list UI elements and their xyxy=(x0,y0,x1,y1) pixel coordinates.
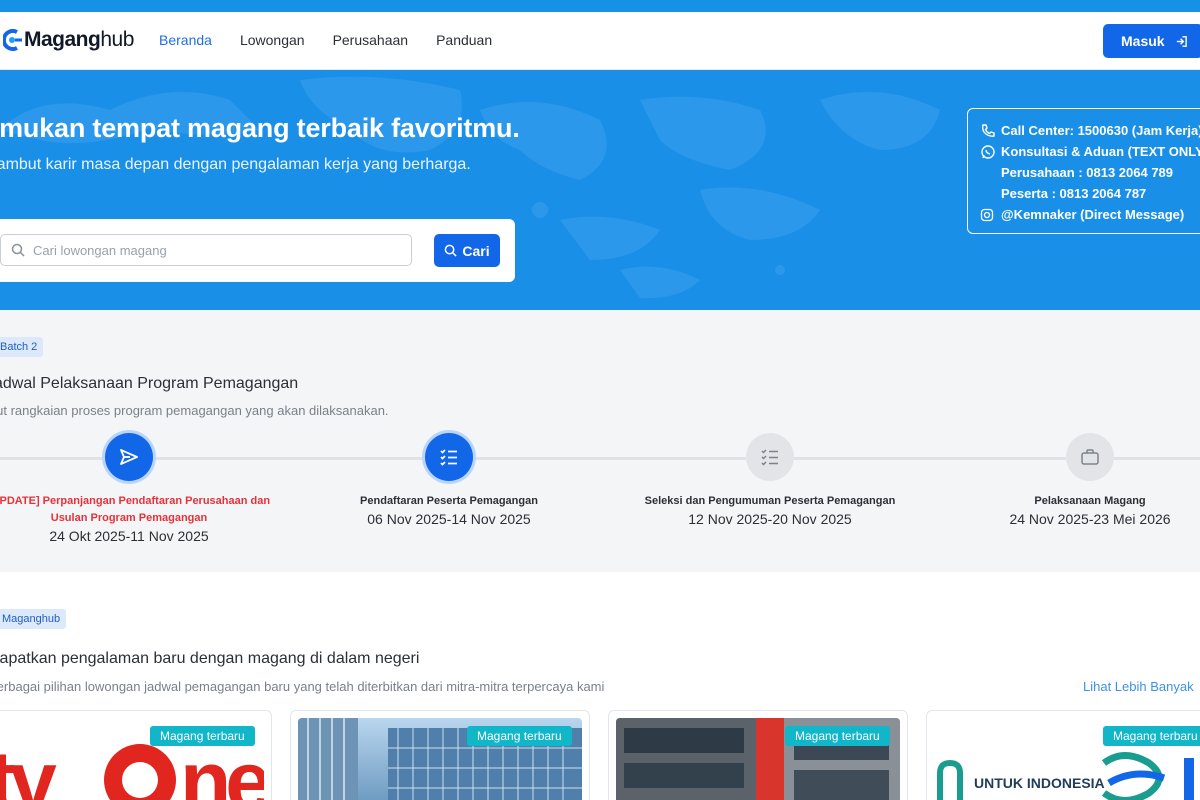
maganghub-logo[interactable]: Magang hub xyxy=(1,25,134,55)
hero-title: Temukan tempat magang terbaik favoritmu. xyxy=(0,113,520,143)
card-4-logo-text: UNTUK INDONESIA xyxy=(974,775,1105,791)
nav-links: Beranda Lowongan Perusahaan Panduan xyxy=(159,32,520,48)
nav-link-perusahaan[interactable]: Perusahaan xyxy=(333,32,409,48)
search-button-label: Cari xyxy=(462,242,490,259)
step-2-name: Pendaftaran Peserta Pemagangan xyxy=(360,495,538,507)
contact-company: Perusahaan : 0813 2064 789 xyxy=(980,162,1200,183)
send-icon xyxy=(120,449,138,465)
job-card[interactable]: Magang terbaru xyxy=(608,710,908,800)
job-card-tag: Magang terbaru xyxy=(785,726,890,746)
contact-info-box: Call Center: 1500630 (Jam Kerja) Konsult… xyxy=(967,108,1200,234)
company-phone-text: Perusahaan : 0813 2064 789 xyxy=(1001,165,1174,180)
contact-consult[interactable]: Konsultasi & Aduan (TEXT ONLY) xyxy=(980,141,1200,162)
hero-banner: Temukan tempat magang terbaik favoritmu.… xyxy=(0,70,1200,310)
step-1-circle xyxy=(105,433,153,481)
search-input[interactable]: Cari lowongan magang xyxy=(0,234,412,266)
hero-subtitle: Sambut karir masa depan dengan pengalama… xyxy=(0,156,471,173)
job-card[interactable]: Magang terbaru xyxy=(290,710,590,800)
step-4-date: 24 Nov 2025-23 Mei 2026 xyxy=(1009,511,1171,527)
jobs-subtitle: Berbagai pilihan lowongan jadwal pemagan… xyxy=(0,679,605,694)
jobs-title: Dapatkan pengalaman baru dengan magang d… xyxy=(0,650,420,667)
step-4-circle xyxy=(1066,433,1114,481)
job-card-tag: Magang terbaru xyxy=(150,726,255,746)
search-icon xyxy=(11,243,25,257)
timeline-step-3: Seleksi dan Pengumuman Peserta Pemaganga… xyxy=(625,433,915,527)
schedule-subtitle: Ikut rangkaian proses program pemagangan… xyxy=(0,403,389,418)
instagram-icon xyxy=(980,208,994,221)
nav-link-beranda[interactable]: Beranda xyxy=(159,32,212,48)
job-card[interactable]: UNTUK INDONESIA Magang terbaru xyxy=(926,710,1200,800)
whatsapp-icon xyxy=(981,144,995,159)
login-button-label: Masuk xyxy=(1121,33,1165,49)
timeline-step-1: [UPDATE] Perpanjangan Pendaftaran Perusa… xyxy=(0,433,274,544)
schedule-title: Jadwal Pelaksanaan Program Pemagangan xyxy=(0,375,299,392)
step-3-circle xyxy=(746,433,794,481)
instagram-text: @Kemnaker (Direct Message) xyxy=(1001,207,1185,222)
step-4-name: Pelaksanaan Magang xyxy=(1034,495,1146,507)
call-center-text: Call Center: 1500630 (Jam Kerja) xyxy=(1001,123,1200,138)
login-arrow-icon xyxy=(1176,35,1187,47)
job-card-tag: Magang terbaru xyxy=(1103,726,1200,746)
nav-link-panduan[interactable]: Panduan xyxy=(436,32,492,48)
step-1-date: 24 Okt 2025-11 Nov 2025 xyxy=(49,528,209,544)
svg-text:tv: tv xyxy=(0,734,57,800)
contact-instagram[interactable]: @Kemnaker (Direct Message) xyxy=(980,204,1200,225)
briefcase-icon xyxy=(1081,449,1099,465)
step-2-circle xyxy=(425,433,473,481)
top-accent-strip xyxy=(0,0,1200,12)
job-card[interactable]: tv ne Magang terbaru xyxy=(0,710,272,800)
search-icon xyxy=(445,244,457,257)
contact-call-center[interactable]: Call Center: 1500630 (Jam Kerja) xyxy=(980,120,1200,141)
login-button[interactable]: Masuk xyxy=(1103,24,1200,58)
nav-link-lowongan[interactable]: Lowongan xyxy=(240,32,305,48)
timeline-step-4: Pelaksanaan Magang 24 Nov 2025-23 Mei 20… xyxy=(945,433,1200,527)
logo-name-light: hub xyxy=(100,28,134,51)
logo-mark-icon xyxy=(1,28,23,52)
schedule-section: Batch 2 Jadwal Pelaksanaan Program Pemag… xyxy=(0,310,1200,572)
checklist-icon xyxy=(440,449,457,466)
phone-icon xyxy=(981,123,995,137)
navbar: Magang hub Beranda Lowongan Perusahaan Pa… xyxy=(0,12,1200,70)
step-3-date: 12 Nov 2025-20 Nov 2025 xyxy=(688,511,852,527)
search-button[interactable]: Cari xyxy=(434,234,500,267)
job-card-tag: Magang terbaru xyxy=(467,726,572,746)
timeline-step-2: Pendaftaran Peserta Pemagangan 06 Nov 20… xyxy=(304,433,594,527)
participant-phone-text: Peserta : 0813 2064 787 xyxy=(1001,186,1147,201)
consult-text: Konsultasi & Aduan (TEXT ONLY) xyxy=(1001,144,1200,159)
step-3-name: Seleksi dan Pengumuman Peserta Pemaganga… xyxy=(644,495,896,507)
contact-participant: Peserta : 0813 2064 787 xyxy=(980,183,1200,204)
logo-wordmark: Magang hub xyxy=(24,28,134,52)
step-1-name: [UPDATE] Perpanjangan Pendaftaran Perusa… xyxy=(0,495,271,524)
step-2-date: 06 Nov 2025-14 Nov 2025 xyxy=(367,511,531,527)
checklist-icon xyxy=(761,449,778,466)
maganghub-badge: Maganghub xyxy=(0,609,67,629)
jobs-section: Maganghub Dapatkan pengalaman baru denga… xyxy=(0,572,1200,800)
see-more-link[interactable]: Lihat Lebih Banyak xyxy=(1083,679,1194,694)
search-card: Cari lowongan magang Cari xyxy=(0,219,515,282)
logo-name-bold: Magang xyxy=(24,28,101,51)
search-placeholder: Cari lowongan magang xyxy=(33,242,167,258)
batch-badge: Batch 2 xyxy=(0,337,44,357)
